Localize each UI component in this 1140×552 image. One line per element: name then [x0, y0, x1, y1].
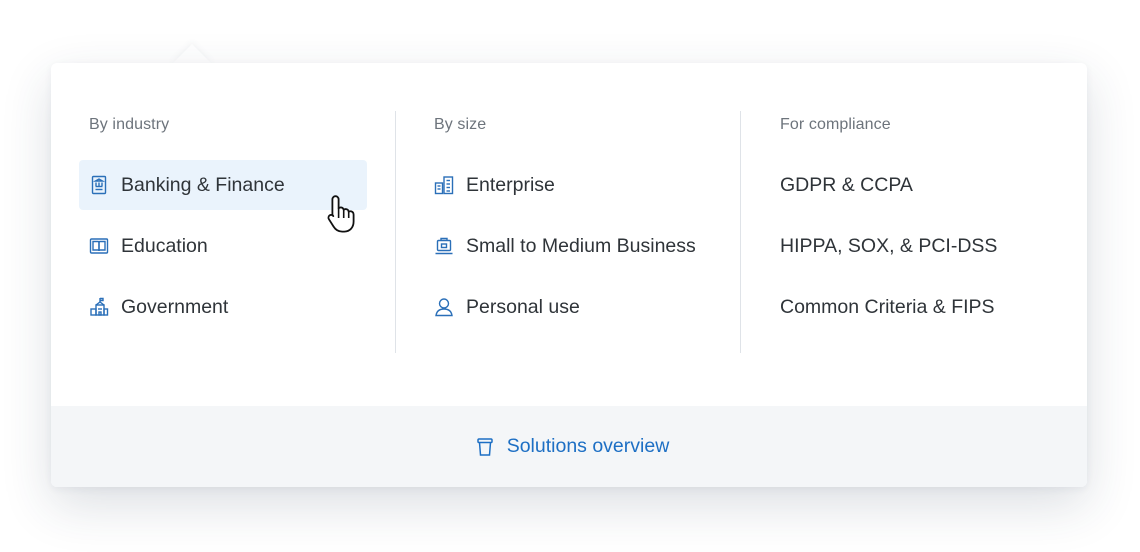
solutions-overview-link[interactable]: Solutions overview [475, 435, 670, 458]
column-heading: By industry [89, 116, 170, 133]
menu-item-label: Common Criteria & FIPS [780, 295, 995, 318]
menu-item-government[interactable]: Government [79, 282, 367, 332]
menu-item-label: Small to Medium Business [466, 234, 696, 257]
bank-icon [88, 174, 110, 196]
menu-item-label: Personal use [466, 295, 580, 318]
book-icon [88, 235, 110, 257]
solutions-dropdown-stage: By industry Banking & Finance Education … [0, 0, 1140, 552]
hand-pointer-cursor-icon [326, 193, 360, 235]
user-icon [433, 296, 455, 318]
menu-item-label: HIPPA, SOX, & PCI-DSS [780, 234, 998, 257]
menu-columns: By industry Banking & Finance Education … [51, 63, 1087, 406]
menu-item-common-criteria-fips[interactable]: Common Criteria & FIPS [770, 282, 1070, 332]
dropdown-footer: Solutions overview [51, 406, 1087, 487]
solutions-dropdown-panel: By industry Banking & Finance Education … [51, 63, 1087, 487]
menu-item-label: Banking & Finance [121, 173, 285, 196]
menu-item-gdpr-ccpa[interactable]: GDPR & CCPA [770, 160, 1070, 210]
menu-item-label: GDPR & CCPA [780, 173, 913, 196]
column-heading: By size [434, 116, 487, 133]
menu-item-hippa-sox-pci-dss[interactable]: HIPPA, SOX, & PCI-DSS [770, 221, 1070, 271]
menu-item-enterprise[interactable]: Enterprise [424, 160, 724, 210]
menu-item-label: Education [121, 234, 208, 257]
government-building-icon [88, 296, 110, 318]
menu-item-education[interactable]: Education [79, 221, 367, 271]
menu-item-label: Enterprise [466, 173, 555, 196]
dropdown-caret [172, 44, 212, 64]
column-by-size: By size Enterprise Small to Medium Busin… [396, 63, 741, 406]
solutions-overview-label: Solutions overview [506, 435, 670, 457]
column-for-compliance: For compliance GDPR & CCPA HIPPA, SOX, &… [741, 63, 1087, 406]
column-heading: For compliance [780, 116, 891, 133]
box-icon [475, 437, 495, 457]
briefcase-icon [433, 235, 455, 257]
menu-item-personal-use[interactable]: Personal use [424, 282, 724, 332]
menu-item-label: Government [121, 295, 229, 318]
menu-item-small-medium-business[interactable]: Small to Medium Business [424, 221, 724, 271]
menu-item-banking-finance[interactable]: Banking & Finance [79, 160, 367, 210]
buildings-icon [433, 174, 455, 196]
